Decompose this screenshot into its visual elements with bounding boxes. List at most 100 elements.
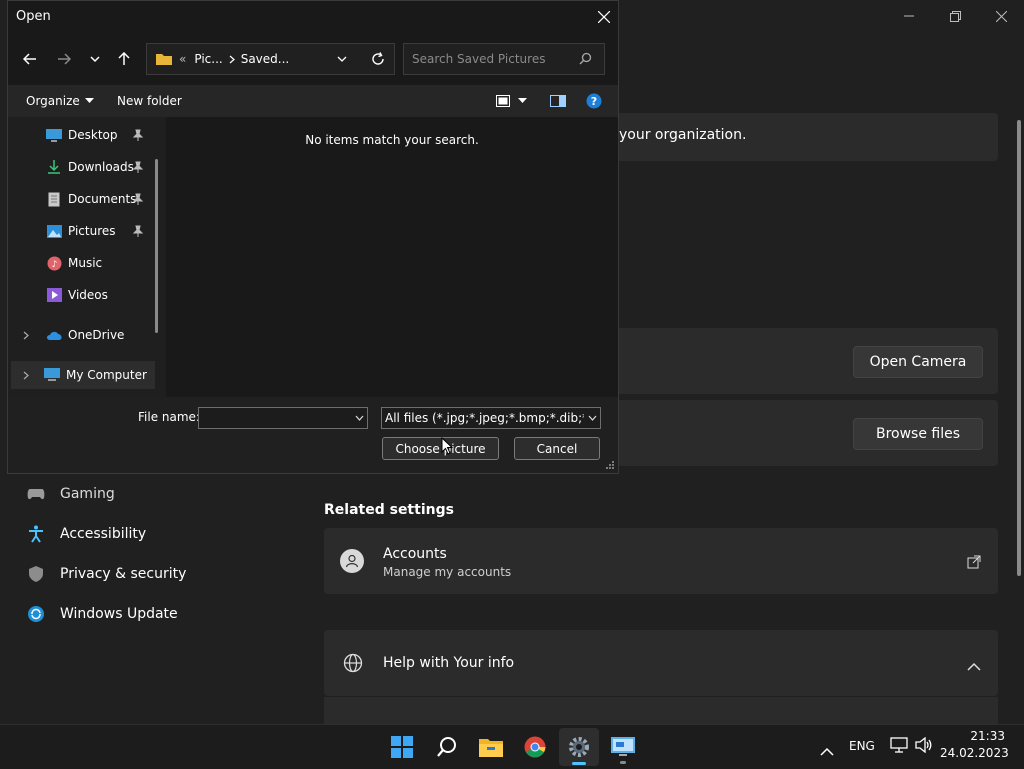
language-indicator[interactable]: ENG (849, 739, 875, 753)
cloud-icon (46, 327, 62, 343)
sidebar-item-accessibility[interactable]: Accessibility (26, 522, 146, 546)
forward-button[interactable] (51, 47, 77, 71)
breadcrumb-pictures[interactable]: Pic... (194, 52, 222, 66)
taskbar: ENG 21:33 24.02.2023 (0, 724, 1024, 769)
empty-message: No items match your search. (305, 133, 479, 147)
view-options-button[interactable] (496, 85, 527, 117)
chevron-right-icon[interactable] (18, 367, 34, 383)
recent-locations-button[interactable] (82, 47, 108, 71)
pin-icon (132, 225, 144, 237)
accounts-card[interactable]: Accounts Manage my accounts (324, 528, 998, 594)
organize-label: Organize (26, 94, 80, 108)
taskbar-search-button[interactable] (427, 725, 467, 769)
nav-pane-scrollbar[interactable] (155, 159, 158, 333)
browse-card: Browse files (606, 400, 998, 466)
chevron-down-icon[interactable] (584, 408, 600, 428)
camera-card: Open Camera (606, 328, 998, 394)
address-bar[interactable]: « Pic... Saved... (146, 43, 395, 75)
search-icon (437, 737, 456, 757)
arrow-up-icon (118, 52, 130, 65)
active-indicator (572, 762, 586, 765)
download-icon (46, 159, 62, 175)
restore-icon (949, 10, 961, 22)
chevron-up-icon[interactable] (967, 657, 981, 676)
cancel-button[interactable]: Cancel (514, 437, 600, 460)
search-box[interactable]: Search Saved Pictures (403, 43, 605, 75)
breadcrumb-saved[interactable]: Saved... (241, 52, 290, 66)
volume-icon[interactable] (915, 736, 933, 757)
new-folder-button[interactable]: New folder (117, 85, 182, 117)
file-list-area[interactable]: No items match your search. (166, 117, 618, 397)
remote-desktop-icon (611, 737, 635, 756)
running-indicator (620, 761, 626, 764)
browse-files-button[interactable]: Browse files (853, 418, 983, 450)
file-name-input[interactable] (198, 407, 368, 429)
dialog-title: Open (16, 9, 51, 24)
sidebar-item-privacy[interactable]: Privacy & security (26, 562, 186, 586)
minimize-icon (904, 15, 914, 17)
dialog-bottom-bar: File name: All files (*.jpg;*.jpeg;*.bmp… (8, 397, 618, 473)
help-card-expanded (324, 697, 998, 724)
nav-item-my-computer[interactable]: My Computer (11, 361, 155, 389)
organize-button[interactable]: Organize (26, 85, 94, 117)
dialog-close-button[interactable] (591, 4, 617, 30)
minimize-button[interactable] (886, 0, 932, 32)
sidebar-item-label: Accessibility (60, 526, 147, 542)
up-button[interactable] (111, 47, 137, 71)
caret-down-icon (84, 98, 94, 103)
settings-scrollbar[interactable] (1017, 120, 1021, 576)
gear-icon (569, 737, 589, 757)
open-camera-button[interactable]: Open Camera (853, 346, 983, 378)
nav-item-label: Documents (68, 192, 137, 206)
refresh-icon[interactable] (371, 52, 385, 66)
start-button[interactable] (382, 725, 422, 769)
person-icon (340, 549, 364, 573)
chrome-button[interactable] (515, 725, 555, 769)
remote-desktop-button[interactable] (603, 725, 643, 769)
pin-icon (132, 161, 144, 173)
file-explorer-button[interactable] (471, 725, 511, 769)
accounts-title: Accounts (383, 546, 447, 562)
navigation-pane: Desktop Downloads Documents Pictures ♪ M… (8, 117, 166, 397)
sidebar-item-label: Privacy & security (60, 566, 187, 582)
address-dropdown-icon[interactable] (337, 55, 347, 63)
windows-logo-icon (391, 736, 413, 758)
settings-app-button[interactable] (559, 728, 599, 766)
chevron-right-icon (229, 55, 235, 64)
video-icon (46, 287, 62, 303)
chevron-up-icon (820, 747, 834, 756)
nav-item-label: Music (68, 256, 103, 270)
chrome-icon (524, 736, 546, 758)
nav-item-label: Videos (68, 288, 108, 302)
preview-pane-icon (550, 95, 566, 107)
update-icon (26, 604, 46, 624)
svg-text:♪: ♪ (51, 260, 57, 270)
file-type-select[interactable]: All files (*.jpg;*.jpeg;*.bmp;*.dib;*.pn… (381, 407, 601, 429)
pictures-icon (46, 223, 62, 239)
shield-icon (26, 564, 46, 584)
sidebar-item-windows-update[interactable]: Windows Update (26, 602, 178, 626)
command-bar: Organize New folder ? (8, 85, 618, 117)
chevron-right-icon[interactable] (18, 327, 34, 343)
sidebar-item-gaming[interactable]: Gaming (26, 482, 115, 506)
clock-time[interactable]: 21:33 (949, 729, 1005, 743)
arrow-left-icon (23, 53, 36, 65)
preview-pane-button[interactable] (550, 85, 566, 117)
close-window-button[interactable] (978, 0, 1024, 32)
breadcrumb-overflow[interactable]: « (179, 52, 186, 66)
restore-button[interactable] (932, 0, 978, 32)
help-title: Help with Your info (383, 655, 515, 671)
nav-item-onedrive[interactable]: OneDrive (18, 321, 168, 349)
help-button[interactable]: ? (586, 85, 602, 117)
close-icon (995, 10, 1007, 22)
music-icon: ♪ (46, 255, 62, 271)
resize-grip-icon[interactable] (606, 461, 615, 470)
back-button[interactable] (17, 47, 43, 71)
caret-down-icon (518, 98, 527, 103)
help-card[interactable]: Help with Your info (324, 630, 998, 696)
show-hidden-icons-button[interactable] (820, 741, 834, 760)
clock-date[interactable]: 24.02.2023 (940, 746, 1009, 760)
network-icon[interactable] (890, 737, 908, 757)
pin-icon (132, 193, 144, 205)
chevron-down-icon[interactable] (355, 415, 364, 421)
